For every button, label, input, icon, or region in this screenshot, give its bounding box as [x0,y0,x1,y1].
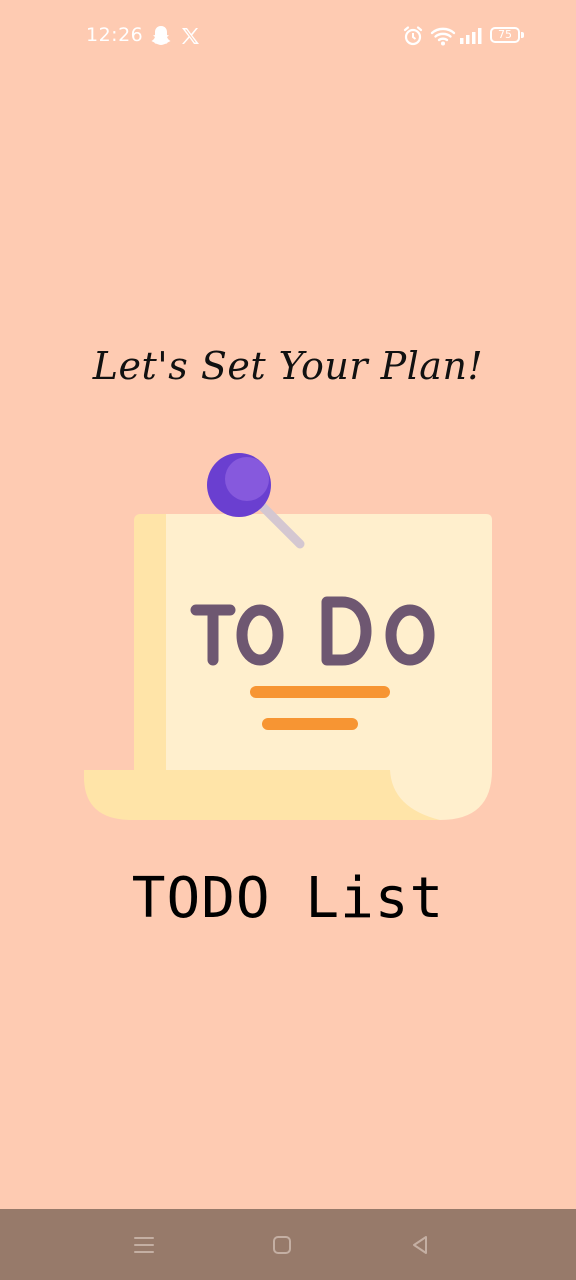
tagline: Let's Set Your Plan! [92,344,484,388]
alarm-icon [403,26,423,46]
wifi-icon [430,27,456,46]
status-bar: 12:26 75 [0,0,576,72]
home-square-icon[interactable] [266,1229,298,1261]
navigation-bar [0,1209,576,1280]
battery-tip [521,32,524,38]
back-triangle-icon[interactable] [404,1229,436,1261]
x-icon [182,28,199,44]
paper-curl [84,770,440,820]
menu-icon[interactable] [128,1229,160,1261]
battery-icon: 75 [490,27,520,43]
todo-note-illustration [84,453,492,820]
status-time: 12:26 [86,24,144,46]
snapchat-icon [151,26,171,45]
app-title: TODO List [131,866,445,931]
signal-icon [460,28,482,44]
